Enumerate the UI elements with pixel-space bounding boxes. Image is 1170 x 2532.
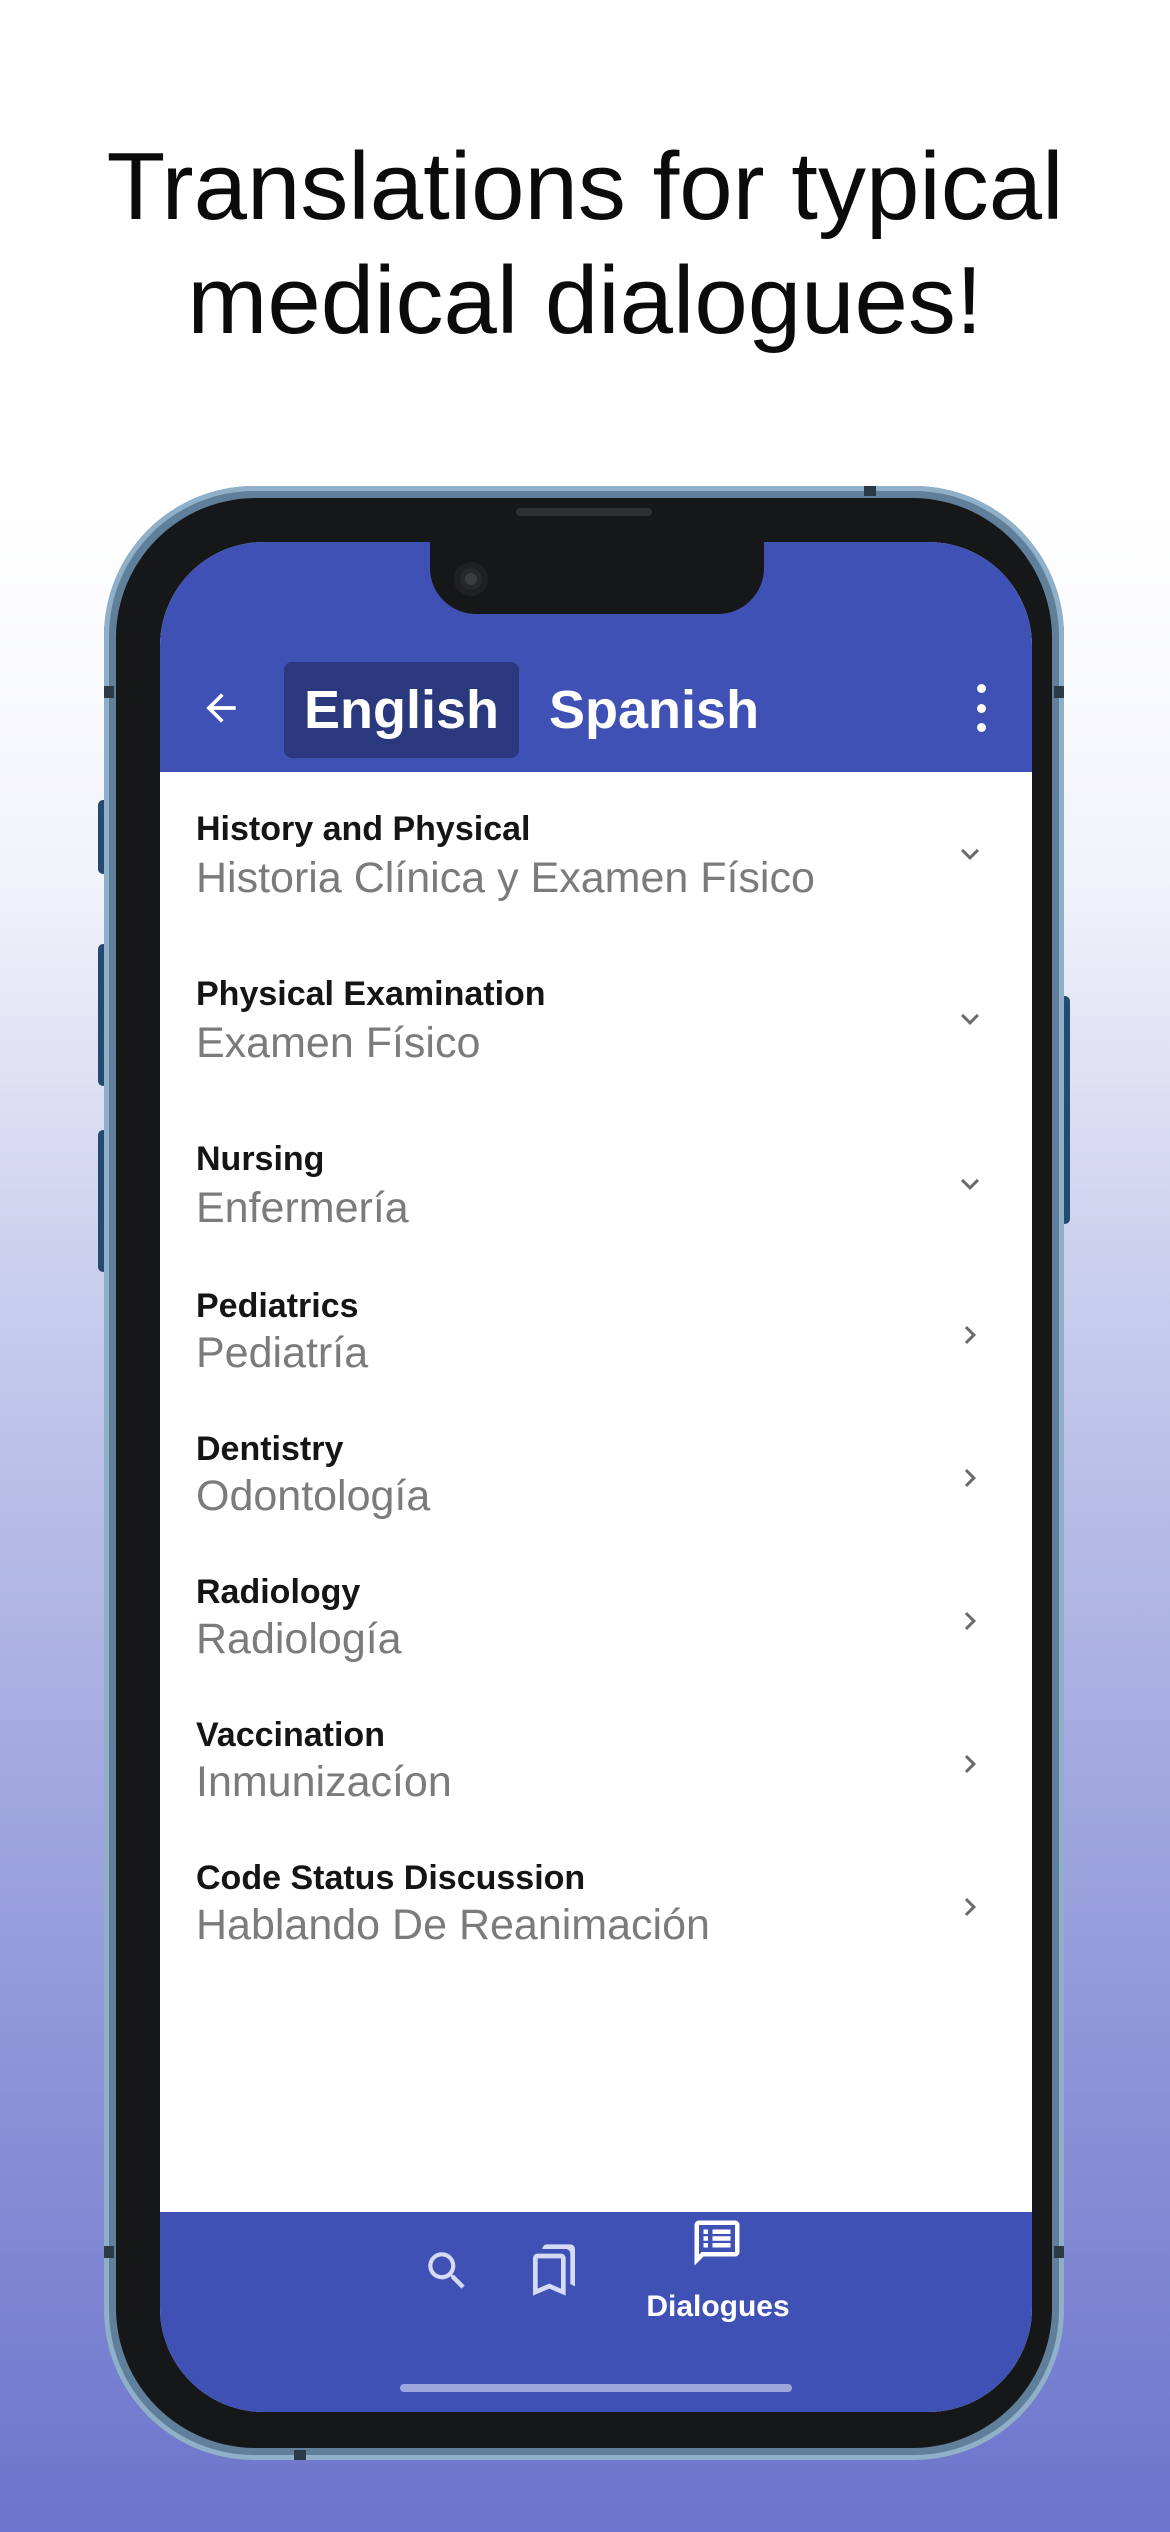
dialogues-icon bbox=[694, 2220, 740, 2266]
item-spanish-title: Examen Físico bbox=[196, 1019, 481, 1067]
item-spanish-title: Hablando De Reanimación bbox=[196, 1901, 710, 1949]
search-icon bbox=[428, 2252, 465, 2289]
target-language-button[interactable]: Spanish bbox=[529, 662, 779, 758]
item-english-title: Nursing bbox=[196, 1140, 325, 1178]
item-spanish-title: Historia Clínica y Examen Físico bbox=[196, 854, 815, 902]
home-indicator bbox=[400, 2384, 792, 2392]
chevron-right-icon bbox=[964, 1898, 976, 1916]
item-english-title: Physical Examination bbox=[196, 975, 546, 1013]
front-camera bbox=[454, 562, 488, 596]
phone-screen: English Spanish History and Physical His… bbox=[160, 542, 1032, 2412]
chevron-right-icon bbox=[964, 1612, 976, 1630]
item-spanish-title: Enfermería bbox=[196, 1184, 409, 1232]
item-spanish-title: Radiología bbox=[196, 1615, 402, 1663]
list-item[interactable]: Code Status Discussion Hablando De Reani… bbox=[160, 1839, 1032, 1982]
back-button[interactable] bbox=[196, 683, 246, 733]
chevron-right-icon bbox=[964, 1326, 976, 1344]
nav-bookmarks-button[interactable] bbox=[526, 2242, 582, 2298]
item-english-title: Code Status Discussion bbox=[196, 1859, 586, 1897]
item-english-title: Pediatrics bbox=[196, 1287, 359, 1325]
bookmarks-icon bbox=[533, 2244, 575, 2296]
language-selector: English Spanish bbox=[284, 662, 779, 758]
item-english-title: Dentistry bbox=[196, 1430, 344, 1468]
list-item[interactable]: Nursing Enfermería bbox=[160, 1102, 1032, 1267]
chevron-down-icon bbox=[961, 1013, 979, 1025]
list-item[interactable]: Radiology Radiología bbox=[160, 1553, 1032, 1696]
headline-line-1: Translations for typical bbox=[106, 133, 1064, 240]
phone-bezel: English Spanish History and Physical His… bbox=[116, 498, 1052, 2448]
list-item[interactable]: Pediatrics Pediatría bbox=[160, 1267, 1032, 1410]
list-item[interactable]: Physical Examination Examen Físico bbox=[160, 937, 1032, 1102]
source-language-button[interactable]: English bbox=[284, 662, 520, 758]
item-english-title: Vaccination bbox=[196, 1716, 385, 1754]
chevron-right-icon bbox=[964, 1469, 976, 1487]
bottom-navigation: Dialogues bbox=[160, 2212, 1032, 2412]
dialogue-list: History and Physical Historia Clínica y … bbox=[160, 772, 1032, 1982]
headline-line-2: medical dialogues! bbox=[187, 247, 983, 354]
earpiece-speaker bbox=[516, 508, 652, 516]
list-item[interactable]: Dentistry Odontología bbox=[160, 1410, 1032, 1553]
list-item[interactable]: Vaccination Inmunizacíon bbox=[160, 1696, 1032, 1839]
item-spanish-title: Pediatría bbox=[196, 1329, 369, 1377]
list-item[interactable]: History and Physical Historia Clínica y … bbox=[160, 772, 1032, 937]
item-english-title: Radiology bbox=[196, 1573, 361, 1611]
chevron-down-icon bbox=[961, 848, 979, 860]
nav-search-button[interactable] bbox=[422, 2246, 472, 2296]
more-options-button[interactable] bbox=[966, 684, 996, 732]
item-spanish-title: Odontología bbox=[196, 1472, 431, 1520]
phone-frame: English Spanish History and Physical His… bbox=[104, 486, 1064, 2460]
chevron-right-icon bbox=[964, 1755, 976, 1773]
nav-dialogues-button[interactable]: Dialogues bbox=[638, 2212, 798, 2342]
more-vert-icon bbox=[976, 684, 986, 693]
item-spanish-title: Inmunizacíon bbox=[196, 1758, 452, 1806]
chevron-down-icon bbox=[961, 1178, 979, 1190]
item-english-title: History and Physical bbox=[196, 810, 531, 848]
headline: Translations for typical medical dialogu… bbox=[0, 130, 1170, 358]
nav-dialogues-label: Dialogues bbox=[646, 2290, 790, 2323]
arrow-left-icon bbox=[206, 693, 236, 723]
